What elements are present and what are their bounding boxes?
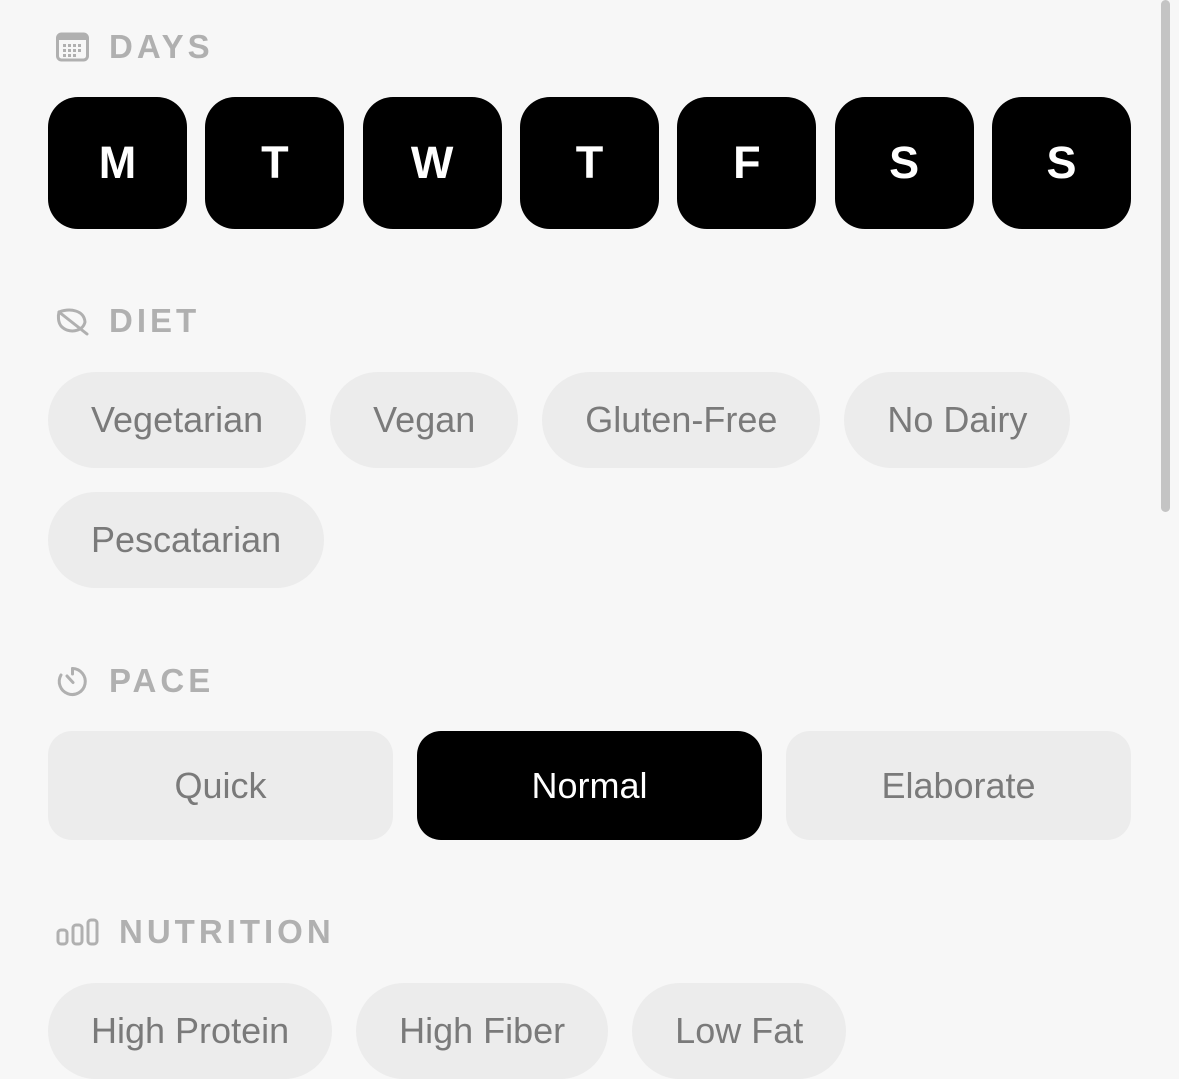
pace-normal-button[interactable]: Normal bbox=[417, 731, 762, 840]
diet-header: DIET bbox=[56, 302, 201, 339]
days-selector: M T W T F S S bbox=[48, 97, 1131, 229]
nutrition-option-high-fiber[interactable]: High Fiber bbox=[356, 983, 609, 1079]
days-header: DAYS bbox=[56, 28, 214, 65]
pace-quick-button[interactable]: Quick bbox=[48, 731, 393, 840]
days-title: DAYS bbox=[109, 28, 214, 65]
nutrition-header: NUTRITION bbox=[56, 913, 335, 950]
day-friday-button[interactable]: F bbox=[677, 97, 817, 229]
vertical-scrollbar[interactable] bbox=[1161, 0, 1170, 512]
leaf-icon bbox=[56, 306, 89, 336]
diet-title: DIET bbox=[109, 302, 201, 339]
bar-chart-icon bbox=[56, 918, 99, 946]
calendar-icon bbox=[56, 32, 89, 62]
day-thursday-button[interactable]: T bbox=[519, 97, 659, 229]
nutrition-option-high-protein[interactable]: High Protein bbox=[48, 983, 333, 1079]
diet-options-row-1: Vegetarian Vegan Gluten-Free No Dairy bbox=[48, 372, 1071, 468]
diet-options-row-2: Pescatarian bbox=[48, 492, 325, 588]
nutrition-option-low-fat[interactable]: Low Fat bbox=[632, 983, 847, 1079]
diet-option-gluten-free[interactable]: Gluten-Free bbox=[542, 372, 821, 468]
day-saturday-button[interactable]: S bbox=[834, 97, 974, 229]
pace-title: PACE bbox=[109, 662, 215, 699]
diet-option-vegetarian[interactable]: Vegetarian bbox=[48, 372, 307, 468]
day-monday-button[interactable]: M bbox=[48, 97, 187, 229]
pace-selector: Quick Normal Elaborate bbox=[48, 731, 1131, 840]
day-sunday-button[interactable]: S bbox=[991, 97, 1131, 229]
day-tuesday-button[interactable]: T bbox=[205, 97, 345, 229]
timer-icon bbox=[56, 665, 89, 698]
nutrition-options-row: High Protein High Fiber Low Fat bbox=[48, 983, 847, 1079]
day-wednesday-button[interactable]: W bbox=[362, 97, 502, 229]
diet-option-pescatarian[interactable]: Pescatarian bbox=[48, 492, 325, 588]
nutrition-title: NUTRITION bbox=[119, 913, 335, 950]
diet-option-vegan[interactable]: Vegan bbox=[330, 372, 519, 468]
pace-elaborate-button[interactable]: Elaborate bbox=[786, 731, 1131, 840]
diet-option-no-dairy[interactable]: No Dairy bbox=[844, 372, 1071, 468]
pace-header: PACE bbox=[56, 662, 215, 699]
